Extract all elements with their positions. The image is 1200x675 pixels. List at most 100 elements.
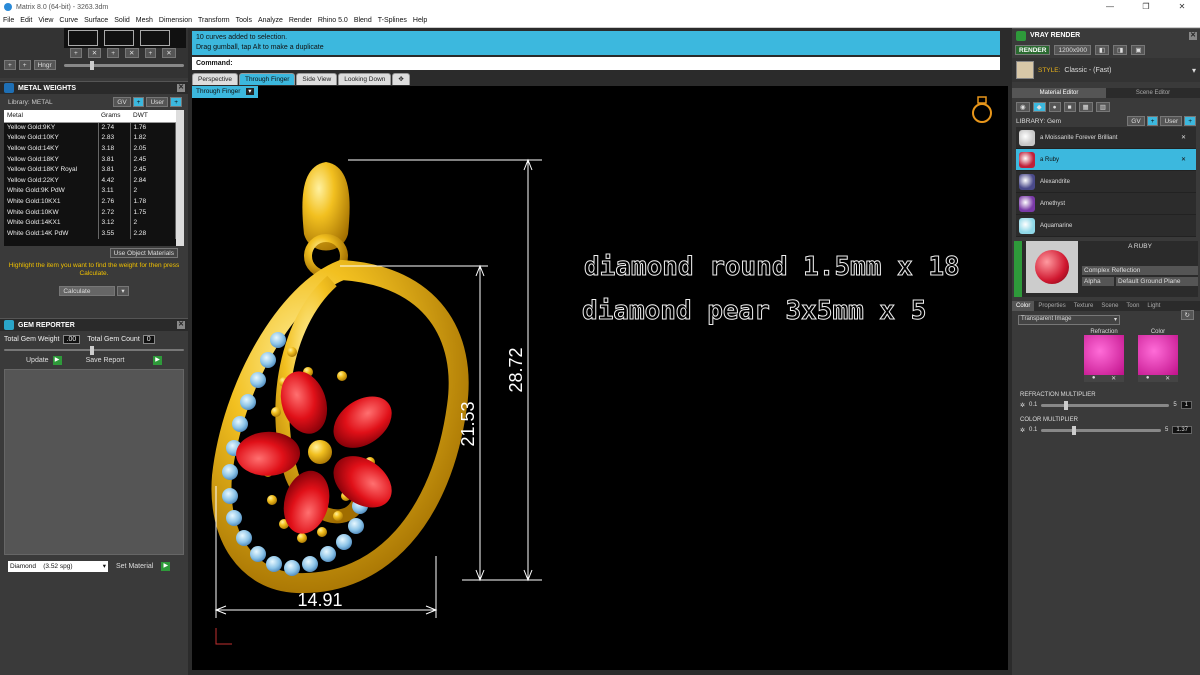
menu-tsplines[interactable]: T-Splines	[375, 17, 410, 24]
set-material-button[interactable]: Set Material	[116, 563, 153, 570]
calculate-dropdown-icon[interactable]: ▾	[117, 286, 129, 296]
resolution-field[interactable]: 1200x900	[1054, 45, 1092, 55]
table-row[interactable]: White Gold:10KW 2.72 1.75	[4, 206, 176, 218]
material-type-icon[interactable]: ●	[1048, 102, 1061, 112]
material-item[interactable]: Aquamarine	[1016, 215, 1196, 237]
gv-button[interactable]: GV	[113, 97, 131, 107]
update-button[interactable]: Update	[26, 357, 49, 364]
tool-icon[interactable]	[104, 30, 134, 46]
menu-dimension[interactable]: Dimension	[156, 17, 195, 24]
chevron-down-icon[interactable]: ▾	[1192, 66, 1196, 75]
menu-surface[interactable]: Surface	[81, 17, 111, 24]
menu-edit[interactable]: Edit	[17, 17, 35, 24]
table-row[interactable]: Yellow Gold:22KY 4.42 2.84	[4, 174, 176, 186]
tab-side-view[interactable]: Side View	[296, 73, 338, 85]
refraction-value[interactable]: 1	[1180, 401, 1192, 409]
tool-icon[interactable]	[140, 30, 170, 46]
material-item[interactable]: Alexandrite	[1016, 171, 1196, 193]
gv-toggle[interactable]: +	[132, 97, 145, 107]
menu-transform[interactable]: Transform	[195, 17, 233, 24]
minimize-button[interactable]: —	[1092, 0, 1128, 14]
menu-tools[interactable]: Tools	[233, 17, 255, 24]
metal-type-icon[interactable]: ◉	[1016, 102, 1030, 112]
close-button[interactable]: ✕	[1164, 0, 1200, 14]
pick-icon[interactable]: ●	[1092, 375, 1096, 382]
use-object-materials-checkbox[interactable]: Use Object Materials	[109, 248, 178, 258]
menu-curve[interactable]: Curve	[56, 17, 81, 24]
add-icon[interactable]: +	[18, 60, 31, 70]
gem-type-icon[interactable]: ◆	[1032, 102, 1046, 112]
menu-file[interactable]: File	[0, 17, 17, 24]
command-input[interactable]: Command:	[192, 57, 1000, 70]
user-toggle[interactable]: +	[1184, 116, 1196, 126]
close-icon[interactable]: ✕	[177, 321, 185, 329]
tab-looking-down[interactable]: Looking Down	[338, 73, 392, 85]
add-icon[interactable]: +	[144, 48, 157, 58]
tab-color[interactable]: Color	[1012, 301, 1035, 311]
gem-type-select[interactable]: Diamond (3.52 spg) ▾	[8, 560, 108, 572]
calculate-button[interactable]: Calculate	[59, 286, 116, 296]
tab-perspective[interactable]: Perspective	[192, 73, 238, 85]
remove-icon[interactable]: ✕	[1181, 156, 1186, 163]
delete-icon[interactable]: ✕	[162, 48, 176, 58]
remove-icon[interactable]: ✕	[1181, 134, 1186, 141]
toolbar-slider[interactable]	[64, 61, 184, 70]
color-multiplier-value[interactable]: 1.37	[1172, 426, 1192, 434]
maximize-button[interactable]: ❐	[1128, 0, 1164, 14]
column-metal[interactable]: Metal	[4, 110, 98, 123]
material-item[interactable]: a Moissanite Forever Brilliant ✕	[1016, 127, 1196, 149]
table-row[interactable]: Yellow Gold:18KY Royal 3.81 2.45	[4, 164, 176, 175]
ring-icon[interactable]	[972, 103, 992, 123]
chevron-down-icon[interactable]: ▾	[246, 88, 254, 95]
column-dwt[interactable]: DWT	[130, 110, 176, 123]
user-button[interactable]: User	[1160, 116, 1183, 126]
gv-toggle[interactable]: +	[1146, 116, 1159, 126]
color-slider[interactable]	[1041, 425, 1161, 435]
gear-icon[interactable]: ✲	[1020, 427, 1025, 434]
play-icon[interactable]: ▶	[153, 355, 162, 365]
collapse-handle[interactable]	[1014, 241, 1022, 297]
ground-plane-field[interactable]: Default Ground Plane	[1116, 277, 1198, 286]
table-row[interactable]: Yellow Gold:10KY 2.83 1.82	[4, 132, 176, 144]
render-tool-icon[interactable]: ◨	[1113, 45, 1128, 55]
material-item[interactable]: a Ruby ✕	[1016, 149, 1196, 171]
tab-scene[interactable]: Scene	[1097, 301, 1122, 311]
menu-mesh[interactable]: Mesh	[133, 17, 156, 24]
clear-icon[interactable]: ✕	[1165, 375, 1170, 382]
table-row[interactable]: Yellow Gold:14KY 3.18 2.05	[4, 143, 176, 154]
active-viewport-label[interactable]: Through Finger ▾	[192, 86, 258, 98]
render-button[interactable]: RENDER	[1015, 45, 1051, 55]
add-icon[interactable]: +	[107, 48, 120, 58]
user-toggle[interactable]: +	[170, 97, 182, 107]
menu-render[interactable]: Render	[286, 17, 315, 24]
render-tool-icon[interactable]: ◧	[1095, 45, 1110, 55]
menu-rhino[interactable]: Rhino 5.0	[315, 17, 351, 24]
delete-icon[interactable]: ✕	[125, 48, 139, 58]
tab-texture[interactable]: Texture	[1070, 301, 1098, 311]
gem-slider[interactable]	[4, 346, 184, 355]
menu-solid[interactable]: Solid	[111, 17, 133, 24]
menu-help[interactable]: Help	[410, 17, 430, 24]
style-value[interactable]: Classic - (Fast)	[1064, 67, 1111, 74]
refraction-slider[interactable]	[1041, 400, 1170, 410]
table-row[interactable]: Yellow Gold:9KY 2.74 1.76	[4, 122, 176, 133]
tab-material-editor[interactable]: Material Editor	[1012, 88, 1106, 98]
render-tool-icon[interactable]: ▣	[1131, 45, 1146, 55]
add-icon[interactable]: +	[70, 48, 82, 58]
tab-through-finger[interactable]: Through Finger	[238, 73, 296, 85]
close-icon[interactable]: ✕	[1189, 31, 1197, 40]
tab-light[interactable]: Light	[1143, 301, 1164, 311]
add-icon[interactable]: +	[4, 60, 16, 70]
table-row[interactable]: White Gold:9K PdW 3.11 2	[4, 185, 176, 197]
gear-icon[interactable]: ✲	[1020, 402, 1025, 409]
color-value-swatch[interactable]	[1138, 335, 1178, 375]
pick-icon[interactable]: ●	[1146, 375, 1150, 382]
tab-scene-editor[interactable]: Scene Editor	[1106, 88, 1200, 98]
gv-button[interactable]: GV	[1127, 116, 1145, 126]
play-icon[interactable]: ▶	[161, 561, 171, 571]
menu-view[interactable]: View	[35, 17, 56, 24]
clear-icon[interactable]: ✕	[1111, 375, 1116, 382]
delete-icon[interactable]: ✕	[87, 48, 102, 58]
menu-analyze[interactable]: Analyze	[255, 17, 286, 24]
refresh-icon[interactable]: ↻	[1180, 310, 1194, 320]
